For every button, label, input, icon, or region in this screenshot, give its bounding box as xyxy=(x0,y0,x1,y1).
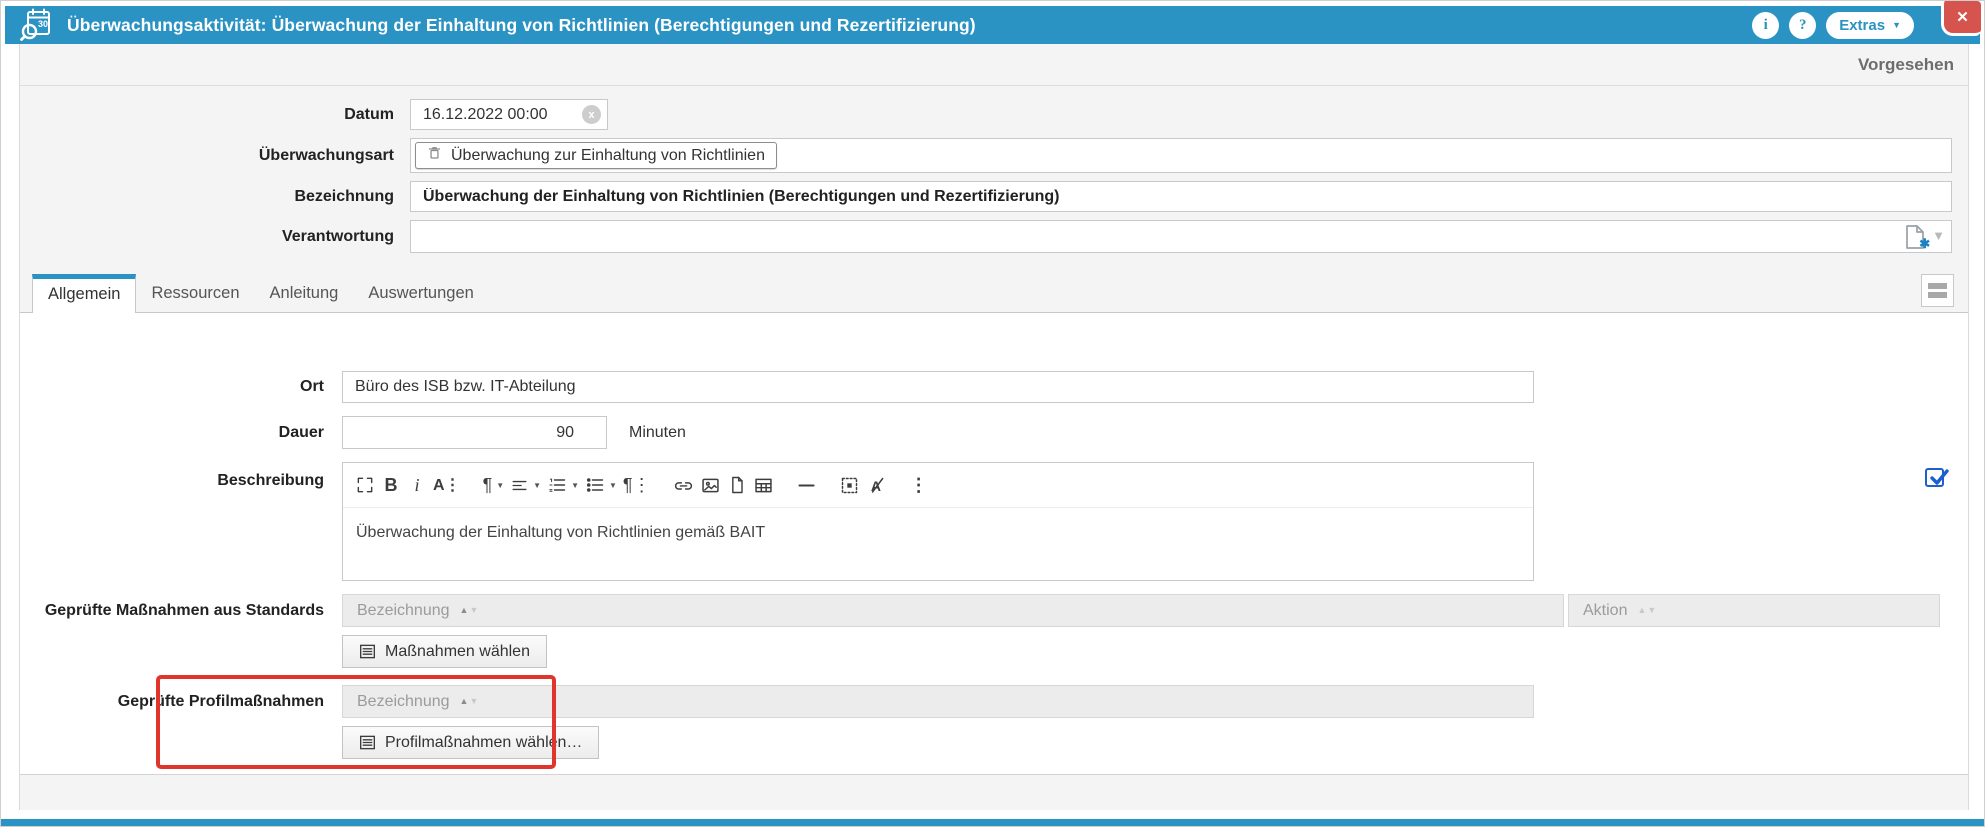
dauer-unit-label: Minuten xyxy=(629,424,686,442)
dauer-input[interactable] xyxy=(342,416,607,449)
fullscreen-icon[interactable] xyxy=(352,470,378,500)
ordered-list-icon[interactable]: ▼ xyxy=(544,470,582,500)
title-bar: 30 Überwachungsaktivität: Überwachung de… xyxy=(5,6,1980,44)
clear-date-icon[interactable]: x xyxy=(582,105,601,124)
standards-col-bezeichnung[interactable]: Bezeichnung ▲▼ xyxy=(342,594,1564,627)
borders-icon[interactable] xyxy=(836,470,863,500)
link-icon[interactable] xyxy=(670,470,697,500)
extras-label: Extras xyxy=(1839,17,1885,34)
row-bar-icon xyxy=(1928,292,1947,298)
bezeichnung-label: Bezeichnung xyxy=(20,188,410,206)
sort-asc-icon: ▲ xyxy=(1637,606,1646,615)
window-bottom-edge xyxy=(1,819,1984,826)
standards-section: Geprüfte Maßnahmen aus Standards Bezeich… xyxy=(20,594,1968,668)
ueberwachungsart-chip[interactable]: Überwachung zur Einhaltung von Richtlini… xyxy=(415,142,777,169)
richtext-editor: B i A⋮ ¶▼ ▼ ▼ ▼ ¶⋮ xyxy=(342,462,1534,581)
massnahmen-waehlen-button[interactable]: Maßnahmen wählen xyxy=(342,635,547,668)
sort-asc-icon: ▲ xyxy=(460,697,469,706)
standards-header-row: Geprüfte Maßnahmen aus Standards Bezeich… xyxy=(20,594,1968,627)
dauer-row: Dauer Minuten xyxy=(20,416,1968,449)
beschreibung-checkbox[interactable] xyxy=(1925,468,1944,487)
info-button[interactable]: i xyxy=(1752,12,1779,39)
verantwortung-row: Verantwortung ✱ ▼ xyxy=(20,220,1968,253)
column-title: Bezeichnung xyxy=(357,693,450,711)
standards-label: Geprüfte Maßnahmen aus Standards xyxy=(20,602,342,620)
status-badge: Vorgesehen xyxy=(1858,55,1954,75)
bezeichnung-row: Bezeichnung xyxy=(20,181,1968,212)
editor-toolbar: B i A⋮ ¶▼ ▼ ▼ ▼ ¶⋮ xyxy=(343,463,1533,508)
layout-rows-button[interactable] xyxy=(1921,274,1954,307)
window-title: Überwachungsaktivität: Überwachung der E… xyxy=(67,15,976,36)
horizontal-rule-icon[interactable] xyxy=(793,470,820,500)
add-person-document-icon[interactable]: ✱ xyxy=(1904,224,1928,250)
standards-col-aktion[interactable]: Aktion ▲▼ xyxy=(1568,594,1940,627)
beschreibung-label: Beschreibung xyxy=(20,462,342,490)
sort-desc-icon: ▼ xyxy=(1647,606,1656,615)
more-options-icon[interactable]: ⋮ xyxy=(906,470,932,500)
beschreibung-textarea[interactable]: Überwachung der Einhaltung von Richtlini… xyxy=(343,508,1533,580)
bold-icon[interactable]: B xyxy=(378,470,404,500)
verantwortung-label: Verantwortung xyxy=(20,228,410,246)
tab-strip: Allgemein Ressourcen Anleitung Auswertun… xyxy=(20,275,1968,313)
font-style-icon[interactable]: A⋮ xyxy=(430,470,464,500)
sort-desc-icon: ▼ xyxy=(469,697,478,706)
paragraph-options-icon[interactable]: ¶⋮ xyxy=(620,470,654,500)
verantwortung-field[interactable]: ✱ ▼ xyxy=(410,220,1952,253)
ueberwachungsart-row: Überwachungsart Überwachung zur Einhaltu… xyxy=(20,138,1968,173)
table-icon[interactable] xyxy=(750,470,777,500)
unordered-list-icon[interactable]: ▼ xyxy=(582,470,620,500)
beschreibung-row: Beschreibung B i A⋮ ¶▼ ▼ xyxy=(20,462,1968,581)
asterisk-icon: ✱ xyxy=(1919,236,1930,252)
sort-asc-icon: ▲ xyxy=(460,606,469,615)
close-button[interactable]: ✕ xyxy=(1941,1,1981,36)
row-bar-icon xyxy=(1928,283,1947,289)
column-title: Aktion xyxy=(1583,602,1627,620)
file-icon[interactable] xyxy=(724,470,750,500)
trash-icon[interactable] xyxy=(427,145,442,166)
profil-section: Geprüfte Profilmaßnahmen Bezeichnung ▲▼ … xyxy=(20,685,1968,769)
chevron-down-icon[interactable]: ▼ xyxy=(1932,228,1945,245)
help-button[interactable]: ? xyxy=(1789,12,1816,39)
image-icon[interactable] xyxy=(697,470,724,500)
tab-content-allgemein: Ort Dauer Minuten Beschreibung B i xyxy=(20,313,1968,775)
ueberwachungsart-field[interactable]: Überwachung zur Einhaltung von Richtlini… xyxy=(410,138,1952,173)
chevron-down-icon: ▼ xyxy=(1892,20,1901,30)
svg-text:30: 30 xyxy=(38,19,48,29)
clear-format-icon[interactable]: A xyxy=(863,470,890,500)
content-panel: Vorgesehen Datum x Überwachungsart xyxy=(19,44,1969,810)
profilmassnahmen-waehlen-button[interactable]: Profilmaßnahmen wählen… xyxy=(342,726,599,759)
status-row: Vorgesehen xyxy=(20,44,1968,86)
dauer-label: Dauer xyxy=(20,424,342,442)
button-label: Maßnahmen wählen xyxy=(385,643,530,661)
bezeichnung-input[interactable] xyxy=(410,181,1952,212)
extras-button[interactable]: Extras ▼ xyxy=(1826,12,1914,39)
profil-header-row: Geprüfte Profilmaßnahmen Bezeichnung ▲▼ xyxy=(20,685,1968,718)
button-label: Profilmaßnahmen wählen… xyxy=(385,734,582,752)
tab-allgemein[interactable]: Allgemein xyxy=(32,274,136,313)
chip-label: Überwachung zur Einhaltung von Richtlini… xyxy=(451,147,765,165)
tab-auswertungen[interactable]: Auswertungen xyxy=(353,276,489,312)
ort-label: Ort xyxy=(20,378,342,396)
ueberwachungsart-label: Überwachungsart xyxy=(20,147,410,165)
column-title: Bezeichnung xyxy=(357,602,450,620)
calendar-search-icon: 30 xyxy=(19,5,55,46)
datum-row: Datum x xyxy=(20,99,1968,130)
sort-desc-icon: ▼ xyxy=(469,606,478,615)
ort-row: Ort xyxy=(20,371,1968,403)
datum-input[interactable] xyxy=(410,99,608,130)
form-area: Datum x Überwachungsart xyxy=(20,86,1968,253)
tab-ressourcen[interactable]: Ressourcen xyxy=(136,276,254,312)
ort-input[interactable] xyxy=(342,371,1534,403)
italic-icon[interactable]: i xyxy=(404,470,430,500)
align-icon[interactable]: ▼ xyxy=(507,470,544,500)
paragraph-format-icon[interactable]: ¶▼ xyxy=(480,470,508,500)
tab-anleitung[interactable]: Anleitung xyxy=(255,276,354,312)
profil-col-bezeichnung[interactable]: Bezeichnung ▲▼ xyxy=(342,685,1534,718)
dialog-window: 30 Überwachungsaktivität: Überwachung de… xyxy=(0,0,1985,827)
profil-label: Geprüfte Profilmaßnahmen xyxy=(20,693,342,711)
datum-label: Datum xyxy=(20,106,410,124)
